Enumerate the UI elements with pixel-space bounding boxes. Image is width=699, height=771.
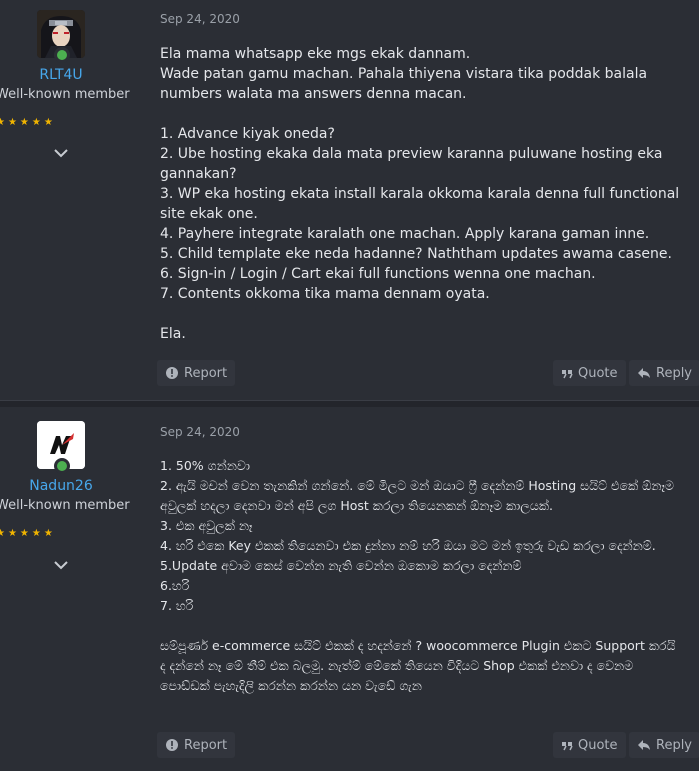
post-line	[160, 104, 680, 124]
quote-label: Quote	[578, 737, 618, 753]
post-line: 7. Contents okkoma tika mama dennam oyat…	[160, 286, 490, 302]
reply-button[interactable]: Reply	[629, 360, 699, 386]
quote-icon	[562, 742, 573, 751]
post-line: Wade patan gamu machan. Pahala thiyena v…	[160, 66, 648, 102]
post-line: 3. එක අවුලක් නෑ	[160, 518, 253, 533]
post-date[interactable]: Sep 24, 2020	[160, 12, 240, 26]
post-line: 1. Advance kiyak oneda?	[160, 126, 335, 142]
post-line: 3. WP eka hosting ekata install karala o…	[160, 186, 680, 222]
report-label: Report	[184, 737, 228, 753]
post-body: Ela mama whatsapp eke mgs ekak dannam. W…	[160, 44, 680, 344]
chevron-down-icon[interactable]	[52, 559, 70, 571]
post-nadun26: Nadun26 Well-known member ★★★★★ Sep 24, …	[0, 406, 699, 771]
reply-label: Reply	[656, 365, 693, 381]
post-line: 5. Child template eke neda hadanne? Nath…	[160, 246, 672, 262]
post-line: 5.Update අවාම කෙස් වෙන්න නැති වෙන්න ඔකොම…	[160, 558, 522, 573]
online-indicator	[54, 47, 70, 63]
quote-button[interactable]: Quote	[553, 732, 626, 758]
report-icon	[166, 739, 178, 751]
chevron-down-icon[interactable]	[52, 147, 70, 159]
post-body: 1. 50% ගන්නවා 2. ඇයි මචන් වෙන තැනකින් ගන…	[160, 456, 680, 696]
post-line: 4. Payhere integrate karalath one machan…	[160, 226, 650, 242]
reply-label: Reply	[656, 737, 693, 753]
post-line: 2. ඇයි මචන් වෙන තැනකින් ගන්නේ. මේ මිලට ම…	[160, 478, 675, 513]
post-line: 6.හරි	[160, 578, 190, 593]
username[interactable]: RLT4U	[0, 67, 122, 83]
post-line: 1. 50% ගන්නවා	[160, 458, 250, 473]
reply-icon	[638, 740, 650, 750]
report-label: Report	[184, 365, 228, 381]
quote-icon	[562, 370, 573, 379]
username[interactable]: Nadun26	[0, 478, 122, 494]
post-line: 4. හරි එකෙ Key එකක් තියෙනවා එක දුන්නා නම…	[160, 538, 656, 553]
report-button[interactable]: Report	[157, 360, 236, 386]
post-line: Ela.	[160, 326, 186, 342]
user-title: Well-known member	[0, 87, 130, 102]
post-line: 7. හරි	[160, 598, 194, 613]
post-line: Ela mama whatsapp eke mgs ekak dannam.	[160, 46, 471, 62]
post-line: 2. Ube hosting ekaka dala mata preview k…	[160, 146, 663, 182]
reply-button[interactable]: Reply	[629, 732, 699, 758]
report-button[interactable]: Report	[157, 732, 236, 758]
quote-button[interactable]: Quote	[553, 360, 626, 386]
post-line: සම්පූර්ණ e-commerce සයිට් එකක් ද හදන්නේ …	[160, 638, 676, 693]
post-line	[160, 616, 680, 636]
post-line: 6. Sign-in / Login / Cart ekai full func…	[160, 266, 596, 282]
reply-icon	[638, 368, 650, 378]
post-date[interactable]: Sep 24, 2020	[160, 425, 240, 439]
report-icon	[166, 367, 178, 379]
rating-stars: ★★★★★	[0, 528, 56, 539]
quote-label: Quote	[578, 365, 618, 381]
rating-stars: ★★★★★	[0, 117, 56, 128]
online-indicator	[54, 458, 70, 474]
post-rlt4u: RLT4U Well-known member ★★★★★ Sep 24, 20…	[0, 0, 699, 400]
post-line	[160, 304, 680, 324]
user-title: Well-known member	[0, 498, 130, 513]
